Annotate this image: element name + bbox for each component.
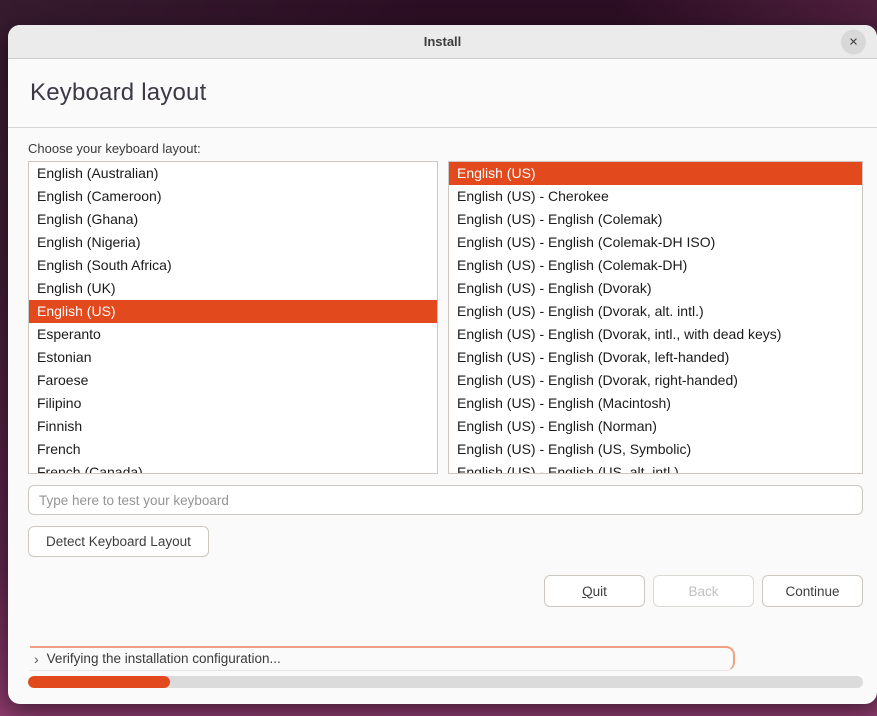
list-item[interactable]: English (US) - English (Colemak-DH) (449, 254, 862, 277)
list-item-selected[interactable]: English (US) (29, 300, 437, 323)
detect-keyboard-layout-button[interactable]: Detect Keyboard Layout (28, 526, 209, 557)
back-button[interactable]: Back (653, 575, 754, 607)
list-item[interactable]: English (Nigeria) (29, 231, 437, 254)
installer-window: Install × Keyboard layout Choose your ke… (8, 25, 877, 704)
list-item-selected[interactable]: English (US) (449, 162, 862, 185)
status-message: Verifying the installation configuration… (47, 651, 281, 666)
window-title: Install (424, 34, 462, 49)
continue-button[interactable]: Continue (762, 575, 863, 607)
list-item[interactable]: English (Ghana) (29, 208, 437, 231)
list-item[interactable]: Esperanto (29, 323, 437, 346)
list-item[interactable]: English (US) - English (Dvorak, left-han… (449, 346, 862, 369)
progress-fill (28, 676, 170, 688)
list-item[interactable]: English (US) - English (Norman) (449, 415, 862, 438)
page-title: Keyboard layout (30, 79, 206, 107)
navigation-buttons: Quit Back Continue (28, 575, 863, 607)
list-item[interactable]: English (US) - English (Dvorak) (449, 277, 862, 300)
list-item[interactable]: Finnish (29, 415, 437, 438)
list-item[interactable]: English (US) - English (US, Symbolic) (449, 438, 862, 461)
variant-list[interactable]: English (US) English (US) - Cherokee Eng… (448, 161, 863, 474)
list-item[interactable]: Faroese (29, 369, 437, 392)
list-item[interactable]: English (South Africa) (29, 254, 437, 277)
titlebar: Install × (8, 25, 877, 59)
list-item[interactable]: English (UK) (29, 277, 437, 300)
list-item[interactable]: English (US) - English (Colemak-DH ISO) (449, 231, 862, 254)
list-item[interactable]: English (US) - English (Colemak) (449, 208, 862, 231)
close-icon[interactable]: × (841, 29, 866, 54)
status-area: › Verifying the installation configurati… (28, 646, 863, 672)
quit-button[interactable]: Quit (544, 575, 645, 607)
language-list[interactable]: English (Australian) English (Cameroon) … (28, 161, 438, 474)
list-item[interactable]: English (US) - Cherokee (449, 185, 862, 208)
install-progress-bar (28, 676, 863, 688)
list-item[interactable]: Estonian (29, 346, 437, 369)
list-item[interactable]: English (US) - English (US, alt. intl.) (449, 461, 862, 474)
list-item[interactable]: English (US) - English (Dvorak, alt. int… (449, 300, 862, 323)
layout-lists: English (Australian) English (Cameroon) … (28, 161, 863, 474)
main-content: Choose your keyboard layout: English (Au… (8, 141, 877, 688)
list-item[interactable]: English (Australian) (29, 162, 437, 185)
list-item[interactable]: Filipino (29, 392, 437, 415)
list-item[interactable]: English (Cameroon) (29, 185, 437, 208)
keyboard-test-input[interactable] (28, 485, 863, 515)
page-header: Keyboard layout (8, 59, 877, 128)
list-item[interactable]: French (29, 438, 437, 461)
list-item[interactable]: English (US) - English (Dvorak, intl., w… (449, 323, 862, 346)
list-item[interactable]: English (US) - English (Dvorak, right-ha… (449, 369, 862, 392)
expander-chevron-icon[interactable]: › (34, 652, 39, 666)
list-item[interactable]: English (US) - English (Macintosh) (449, 392, 862, 415)
status-text: › Verifying the installation configurati… (34, 651, 281, 666)
list-item[interactable]: French (Canada) (29, 461, 437, 474)
choose-layout-label: Choose your keyboard layout: (28, 141, 863, 156)
